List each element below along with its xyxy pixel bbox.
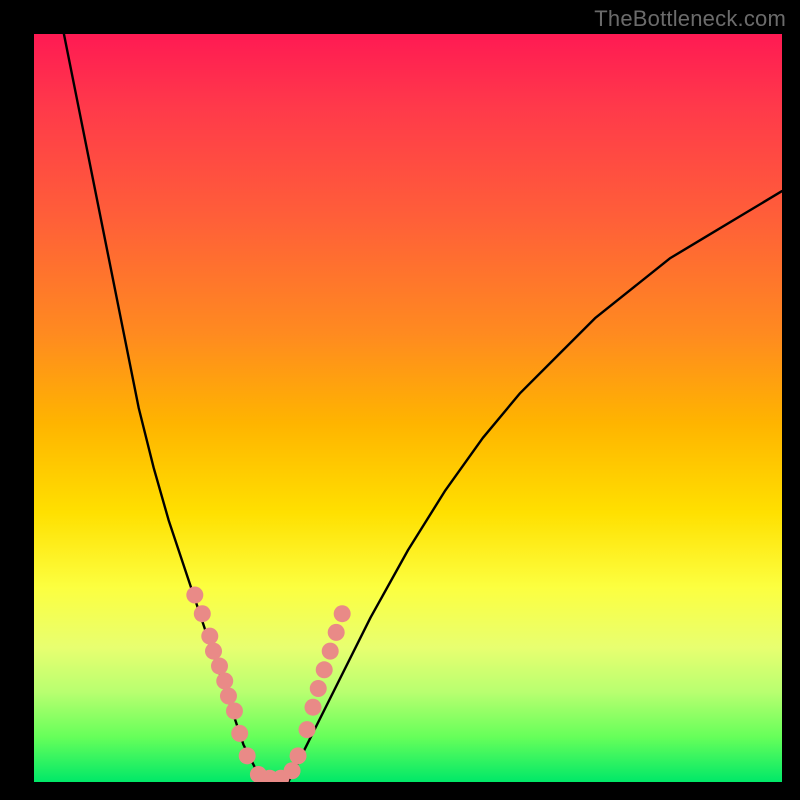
highlight-dot [328,624,345,641]
watermark-text: TheBottleneck.com [594,6,786,32]
highlight-dot [284,762,301,779]
highlight-dot [205,643,222,660]
highlight-dot [194,605,211,622]
bottleneck-curve [64,34,782,782]
marker-layer [186,587,350,783]
highlight-dot [186,587,203,604]
curve-layer [64,34,782,782]
highlight-dot [220,687,237,704]
highlight-dot [226,702,243,719]
chart-frame: TheBottleneck.com [0,0,800,800]
highlight-dot [239,747,256,764]
highlight-dot [334,605,351,622]
highlight-dot [299,721,316,738]
highlight-dot [216,673,233,690]
highlight-dot [322,643,339,660]
highlight-dot [305,699,322,716]
highlight-dot [310,680,327,697]
highlight-dot [201,628,218,645]
highlight-dot [290,747,307,764]
curves-svg [34,34,782,782]
highlight-dot [316,661,333,678]
highlight-dot [211,658,228,675]
plot-area [34,34,782,782]
highlight-dot [231,725,248,742]
